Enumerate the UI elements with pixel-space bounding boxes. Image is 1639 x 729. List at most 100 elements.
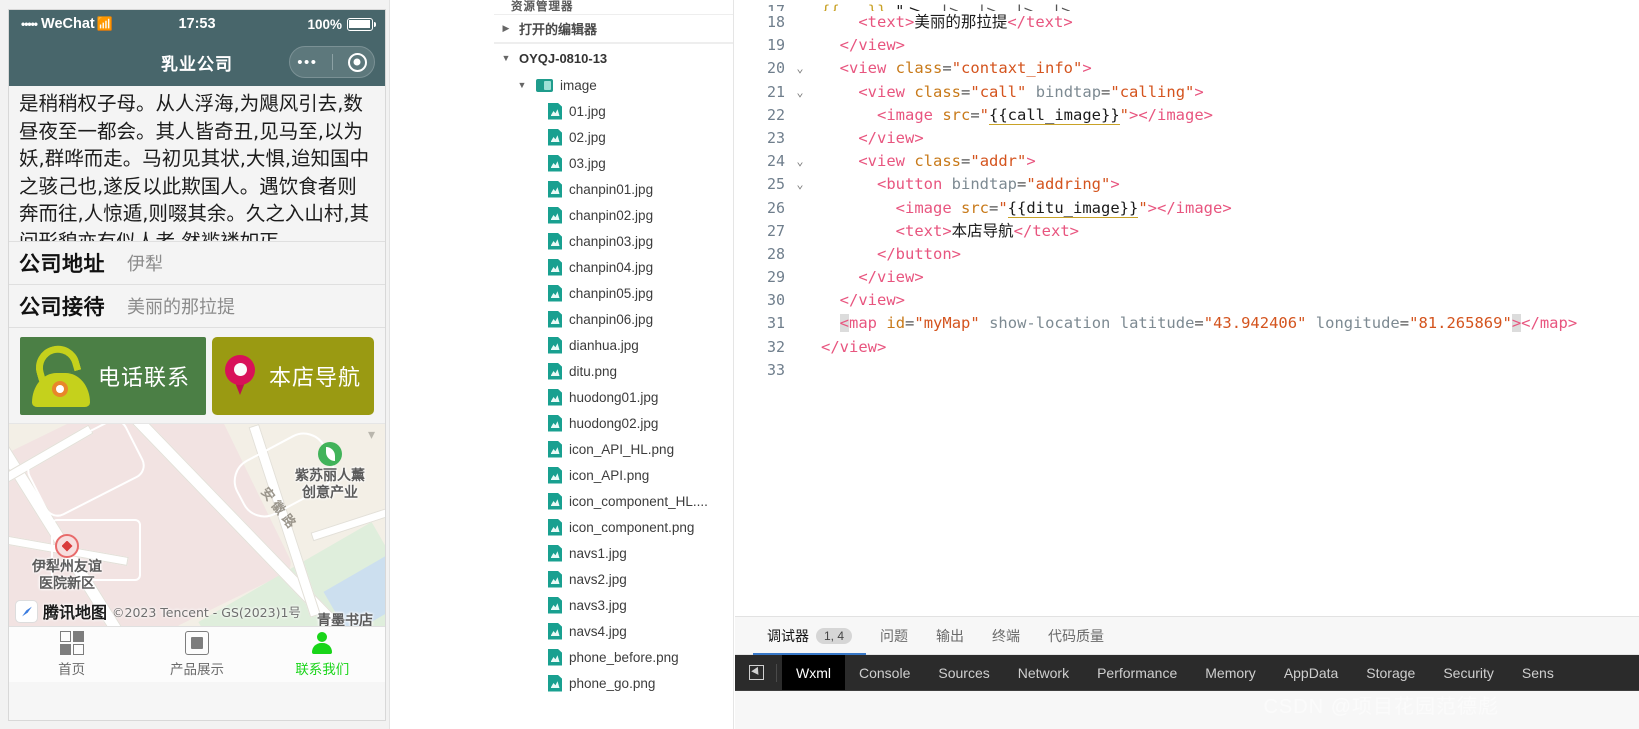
chevron-down-icon[interactable]: ▾ bbox=[368, 426, 375, 443]
debugger-tab-label: 终端 bbox=[992, 627, 1021, 644]
file-name-label: icon_API_HL.png bbox=[569, 441, 675, 457]
explorer-section-open-editors[interactable]: ▶ 打开的编辑器 bbox=[494, 14, 733, 43]
code-line: 23 </view> bbox=[735, 127, 1639, 150]
wechat-capsule-button[interactable]: ••• bbox=[289, 46, 375, 78]
map-attribution: 腾讯地图 ©2023 Tencent - GS(2023)1号 bbox=[9, 596, 307, 626]
file-name-label: chanpin03.jpg bbox=[569, 233, 654, 249]
tab-home[interactable]: 首页 bbox=[9, 631, 134, 678]
image-file-icon bbox=[548, 493, 562, 510]
debugger-tab[interactable]: 终端 bbox=[978, 617, 1034, 655]
map-widget[interactable]: 安徽路 伊犁州友谊 医院新区 紫苏丽人薰 创意产业 青墨书店 ▾ 腾讯地图 ©2… bbox=[9, 423, 385, 626]
file-item[interactable]: ditu.png bbox=[494, 358, 733, 384]
navigate-button[interactable]: 本店导航 bbox=[212, 337, 374, 415]
image-file-icon bbox=[548, 259, 562, 276]
call-button[interactable]: 电话联系 bbox=[20, 337, 206, 415]
more-dots-icon[interactable]: ••• bbox=[297, 55, 317, 70]
devtools-tab[interactable]: Security bbox=[1429, 655, 1508, 690]
fold-toggle[interactable]: ⌄ bbox=[791, 81, 809, 104]
debugger-tab[interactable]: 调试器 1, 4 bbox=[753, 617, 866, 655]
tab-contact[interactable]: 联系我们 bbox=[260, 631, 385, 678]
file-item[interactable]: chanpin04.jpg bbox=[494, 254, 733, 280]
fold-toggle[interactable]: ⌄ bbox=[791, 57, 809, 80]
file-item[interactable]: huodong01.jpg bbox=[494, 384, 733, 410]
file-name-label: chanpin02.jpg bbox=[569, 207, 654, 223]
image-file-icon bbox=[548, 519, 562, 536]
devtools-tab[interactable]: Storage bbox=[1352, 655, 1429, 690]
devtools-tab[interactable]: AppData bbox=[1270, 655, 1352, 690]
file-name-label: icon_component.png bbox=[569, 519, 695, 535]
carrier-label: WeChat bbox=[41, 16, 95, 32]
devtools-tab-bar: Wxml Console Sources Network Performance Memo… bbox=[735, 655, 1639, 691]
file-item[interactable]: 01.jpg bbox=[494, 98, 733, 124]
hospital-marker-icon bbox=[55, 534, 79, 558]
image-file-icon bbox=[548, 545, 562, 562]
file-item[interactable]: chanpin06.jpg bbox=[494, 306, 733, 332]
file-item[interactable]: icon_component.png bbox=[494, 514, 733, 540]
line-number: 29 bbox=[766, 268, 785, 287]
file-item[interactable]: icon_API.png bbox=[494, 462, 733, 488]
code-content: </view> bbox=[821, 337, 887, 356]
devtools-tab-list: Wxml Console Sources Network Performance Memo… bbox=[782, 655, 1568, 690]
image-file-icon bbox=[548, 181, 562, 198]
map-provider-label: 腾讯地图 bbox=[43, 605, 108, 622]
code-line: 18 <text>美丽的那拉提</text> bbox=[735, 11, 1639, 34]
devtools-tab[interactable]: Network bbox=[1004, 655, 1083, 690]
phone-frame: ••••• WeChat 📶 17:53 100% 乳业公司 ••• 是稍稍权子… bbox=[8, 9, 386, 721]
file-item[interactable]: icon_component_HL.... bbox=[494, 488, 733, 514]
explorer-folder-image[interactable]: ▼ image bbox=[494, 72, 733, 98]
file-item[interactable]: dianhua.jpg bbox=[494, 332, 733, 358]
code-content: <image src="{{ditu_image}}"></image> bbox=[895, 198, 1232, 218]
file-item[interactable]: phone_before.png bbox=[494, 644, 733, 670]
debugger-tab[interactable]: 输出 bbox=[922, 617, 978, 655]
file-item[interactable]: 03.jpg bbox=[494, 150, 733, 176]
devtools-tab[interactable]: Sens bbox=[1508, 655, 1568, 690]
code-editor[interactable]: 17 {{ }} " > |> |> |> |> 18 <text>美丽的那拉提… bbox=[735, 0, 1639, 616]
close-circle-icon[interactable] bbox=[347, 52, 367, 72]
signal-dots-icon: ••••• bbox=[21, 17, 38, 31]
file-item[interactable]: chanpin02.jpg bbox=[494, 202, 733, 228]
line-number: 25 bbox=[766, 175, 785, 194]
grid-icon bbox=[59, 631, 84, 655]
devtools-tab[interactable]: Sources bbox=[924, 655, 1003, 690]
line-number: 23 bbox=[766, 128, 785, 147]
code-line: 33 bbox=[735, 359, 1639, 382]
file-name-label: 02.jpg bbox=[569, 129, 606, 145]
code-text-value: 美丽的那拉提 bbox=[914, 13, 1008, 31]
user-icon bbox=[310, 631, 334, 655]
phone-tab-bar: 首页 产品展示 联系我们 bbox=[9, 626, 385, 682]
chevron-right-icon[interactable]: ▶ bbox=[499, 23, 513, 34]
image-file-icon bbox=[548, 571, 562, 588]
devtools-tab[interactable]: Console bbox=[845, 655, 924, 690]
file-item[interactable]: chanpin03.jpg bbox=[494, 228, 733, 254]
line-number: 27 bbox=[766, 221, 785, 240]
fold-toggle[interactable]: ⌄ bbox=[791, 173, 809, 196]
chevron-down-icon[interactable]: ▼ bbox=[499, 53, 513, 63]
devtools-tab[interactable]: Memory bbox=[1191, 655, 1270, 690]
poi-label-line1: 伊犁州友谊 bbox=[32, 559, 102, 575]
debugger-tab[interactable]: 代码质量 bbox=[1034, 617, 1118, 655]
image-file-icon bbox=[548, 155, 562, 172]
file-item[interactable]: navs2.jpg bbox=[494, 566, 733, 592]
file-item[interactable]: icon_API_HL.png bbox=[494, 436, 733, 462]
file-item[interactable]: navs1.jpg bbox=[494, 540, 733, 566]
explorer-section-project-root[interactable]: ▼ OYQJ-0810-13 bbox=[494, 43, 733, 72]
tab-products[interactable]: 产品展示 bbox=[134, 631, 259, 678]
devtools-tab[interactable]: Performance bbox=[1083, 655, 1191, 690]
fold-toggle[interactable]: ⌄ bbox=[791, 150, 809, 173]
debugger-tab[interactable]: 问题 bbox=[866, 617, 922, 655]
file-item[interactable]: phone_go.png bbox=[494, 670, 733, 696]
file-item[interactable]: chanpin05.jpg bbox=[494, 280, 733, 306]
chevron-down-icon[interactable]: ▼ bbox=[515, 80, 529, 90]
line-number: 31 bbox=[766, 314, 785, 333]
inspect-cursor-icon[interactable] bbox=[741, 660, 771, 686]
file-item[interactable]: navs3.jpg bbox=[494, 592, 733, 618]
line-number: 21 bbox=[766, 82, 785, 101]
file-item[interactable]: 02.jpg bbox=[494, 124, 733, 150]
devtools-tab[interactable]: Wxml bbox=[782, 655, 845, 690]
file-name-label: navs2.jpg bbox=[569, 571, 627, 587]
file-item[interactable]: chanpin01.jpg bbox=[494, 176, 733, 202]
line-number: 17 bbox=[766, 2, 785, 11]
file-name-label: icon_component_HL.... bbox=[569, 493, 708, 509]
file-item[interactable]: huodong02.jpg bbox=[494, 410, 733, 436]
file-item[interactable]: navs4.jpg bbox=[494, 618, 733, 644]
